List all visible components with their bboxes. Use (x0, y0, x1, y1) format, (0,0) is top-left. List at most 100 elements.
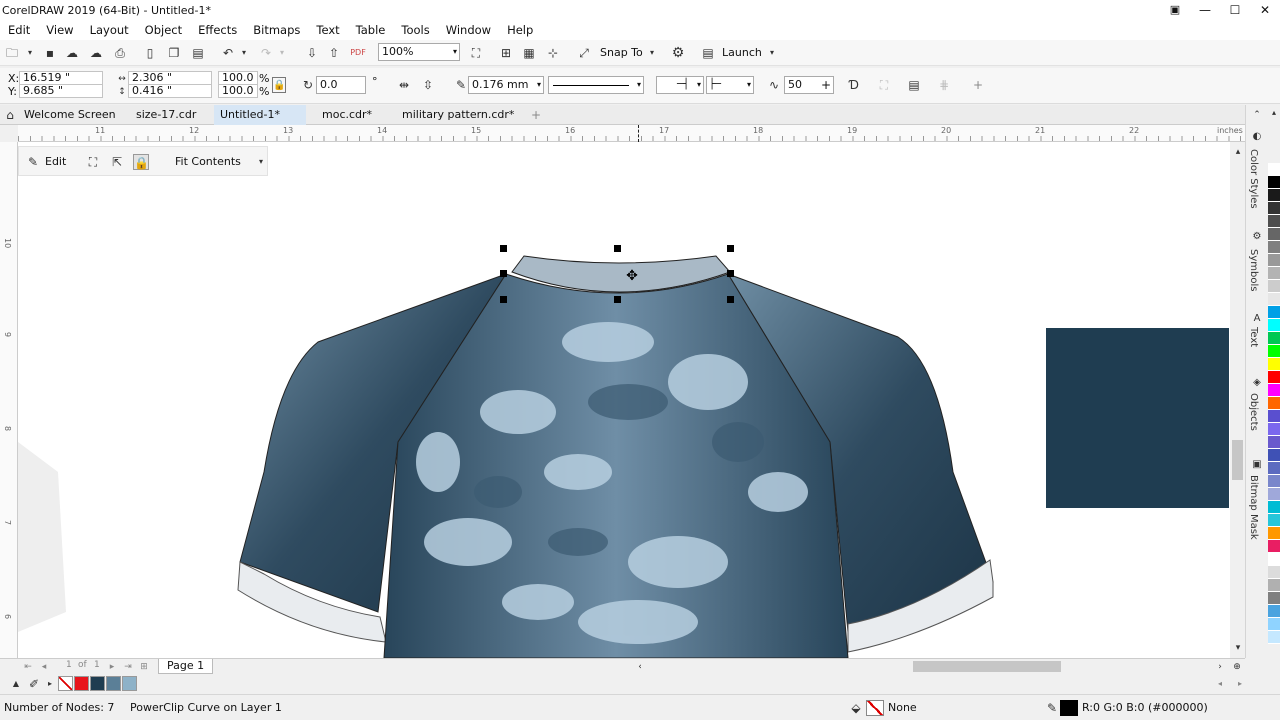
palette-swatch[interactable] (1268, 332, 1280, 345)
prev-page-icon[interactable]: ◂ (36, 659, 52, 675)
last-page-icon[interactable]: ⇥ (120, 659, 136, 675)
launch-icon[interactable]: ▤ (700, 45, 716, 61)
snap-to-dropdown[interactable]: Snap To (600, 46, 643, 59)
palette-swatch[interactable] (1268, 293, 1280, 306)
rotation-input[interactable]: 0.0 (316, 76, 366, 94)
save-icon[interactable]: ▪ (42, 45, 58, 61)
menu-layout[interactable]: Layout (90, 23, 129, 37)
close-curve-icon[interactable]: Ɗ (846, 77, 862, 93)
document-swatch[interactable] (74, 676, 89, 691)
tab-moc[interactable]: moc.cdr* (316, 105, 378, 125)
bring-front-icon[interactable]: ▤ (906, 77, 922, 93)
menu-window[interactable]: Window (446, 23, 491, 37)
palette-swatch[interactable] (1268, 215, 1280, 228)
docker-color-styles[interactable]: Color Styles (1248, 149, 1259, 209)
minimize-button[interactable]: — (1190, 0, 1220, 20)
palette-swatch[interactable] (1268, 306, 1280, 319)
show-rulers-icon[interactable]: ⊞ (498, 45, 514, 61)
vertical-ruler[interactable]: 10 9 8 7 6 (0, 142, 18, 658)
docker-symbols[interactable]: Symbols (1248, 249, 1259, 291)
drawing-canvas[interactable]: ✥ (18, 142, 1245, 658)
copy-icon[interactable]: ❐ (166, 45, 182, 61)
end-arrowhead-select[interactable]: ├─ ▾ (706, 76, 754, 94)
new-tab-icon[interactable]: + (528, 107, 544, 123)
tab-welcome-screen[interactable]: Welcome Screen (18, 105, 122, 125)
chevron-up-icon[interactable]: ▴ (1266, 105, 1280, 121)
palette-options-icon[interactable]: ▸ (42, 676, 58, 692)
show-grid-icon[interactable]: ▦ (521, 45, 537, 61)
cloud-upload-icon[interactable]: ☁ (88, 45, 104, 61)
chevron-down-icon[interactable]: ▾ (644, 45, 660, 61)
mirror-horizontal-icon[interactable]: ⇹ (396, 77, 412, 93)
palette-swatch[interactable] (1268, 605, 1280, 618)
chevron-down-icon[interactable]: ▾ (22, 45, 38, 61)
palette-swatch[interactable] (1268, 202, 1280, 215)
menu-bitmaps[interactable]: Bitmaps (253, 23, 300, 37)
line-style-select[interactable]: ▾ (548, 76, 644, 94)
palette-swatch[interactable] (1268, 397, 1280, 410)
palette-swatch[interactable] (1268, 319, 1280, 332)
x-position-input[interactable]: 16.519 " (19, 71, 103, 85)
fit-contents-dropdown[interactable]: Fit Contents (175, 155, 241, 168)
add-icon[interactable]: + (970, 77, 986, 93)
menu-table[interactable]: Table (356, 23, 386, 37)
full-screen-icon[interactable]: ⛶ (468, 45, 484, 61)
redo-icon[interactable]: ↷ (258, 45, 274, 61)
open-folder-icon[interactable]: 🗀 (4, 45, 20, 61)
menu-help[interactable]: Help (507, 23, 533, 37)
scale-height-input[interactable]: 100.0 (218, 84, 258, 98)
show-guidelines-icon[interactable]: ⊹ (545, 45, 561, 61)
palette-swatch[interactable] (1268, 514, 1280, 527)
menu-object[interactable]: Object (145, 23, 182, 37)
menu-tools[interactable]: Tools (401, 23, 429, 37)
no-fill-swatch[interactable] (866, 700, 884, 716)
navy-color-swatch[interactable] (1046, 328, 1229, 508)
document-swatch[interactable] (90, 676, 105, 691)
palette-swatch[interactable] (1268, 462, 1280, 475)
menu-effects[interactable]: Effects (198, 23, 237, 37)
scroll-right-icon[interactable]: › (1212, 659, 1228, 675)
palette-swatch[interactable] (1268, 475, 1280, 488)
outline-width-select[interactable]: 0.176 mm ▾ (468, 76, 544, 94)
scroll-left-icon[interactable]: ◂ (1212, 676, 1228, 692)
chevron-down-icon[interactable]: ▾ (274, 45, 290, 61)
scroll-up-icon[interactable]: ▴ (1230, 144, 1246, 160)
palette-swatch[interactable] (1268, 371, 1280, 384)
rotate-icon[interactable]: ↻ (300, 77, 316, 93)
node-alignment-icon[interactable]: ⋕ (936, 77, 952, 93)
palette-swatch[interactable] (1268, 566, 1280, 579)
gear-icon[interactable]: ⚙ (670, 45, 686, 61)
palette-swatch[interactable] (1268, 410, 1280, 423)
palette-swatch[interactable] (1268, 423, 1280, 436)
launch-button[interactable]: Launch (722, 46, 762, 59)
zoom-level-select[interactable]: 100% ▾ (378, 43, 460, 61)
scroll-left-icon[interactable]: ‹ (632, 659, 648, 675)
smoothing-input[interactable]: 50 + (784, 76, 834, 94)
tab-size-17[interactable]: size-17.cdr (130, 105, 202, 125)
y-position-input[interactable]: 9.685 " (19, 84, 103, 98)
palette-swatch[interactable] (1268, 631, 1280, 644)
profile-icon[interactable]: ▣ (1160, 0, 1190, 20)
chevron-down-icon[interactable]: ▾ (764, 45, 780, 61)
horizontal-ruler[interactable]: 11 12 13 14 15 16 17 18 19 20 21 22 inch… (18, 125, 1245, 142)
palette-swatch[interactable] (1268, 592, 1280, 605)
chevron-down-icon[interactable]: ▾ (253, 154, 269, 170)
edit-powerclip-button[interactable]: Edit (45, 155, 66, 168)
docker-objects[interactable]: Objects (1248, 393, 1259, 431)
close-button[interactable]: ✕ (1250, 0, 1280, 20)
palette-swatch[interactable] (1268, 267, 1280, 280)
chevron-up-icon[interactable]: ⌃ (1249, 107, 1265, 123)
palette-swatch[interactable] (1268, 384, 1280, 397)
palette-swatch[interactable] (1268, 501, 1280, 514)
scroll-down-icon[interactable]: ▾ (1230, 640, 1246, 656)
cloud-download-icon[interactable]: ☁ (64, 45, 80, 61)
chevron-down-icon[interactable]: ▾ (236, 45, 252, 61)
palette-swatch[interactable] (1268, 436, 1280, 449)
undo-icon[interactable]: ↶ (220, 45, 236, 61)
document-swatch[interactable] (122, 676, 137, 691)
palette-swatch[interactable] (1268, 254, 1280, 267)
document-swatch[interactable] (58, 676, 73, 691)
scroll-right-icon[interactable]: ▸ (1232, 676, 1248, 692)
palette-swatch[interactable] (1268, 228, 1280, 241)
palette-swatch[interactable] (1268, 579, 1280, 592)
